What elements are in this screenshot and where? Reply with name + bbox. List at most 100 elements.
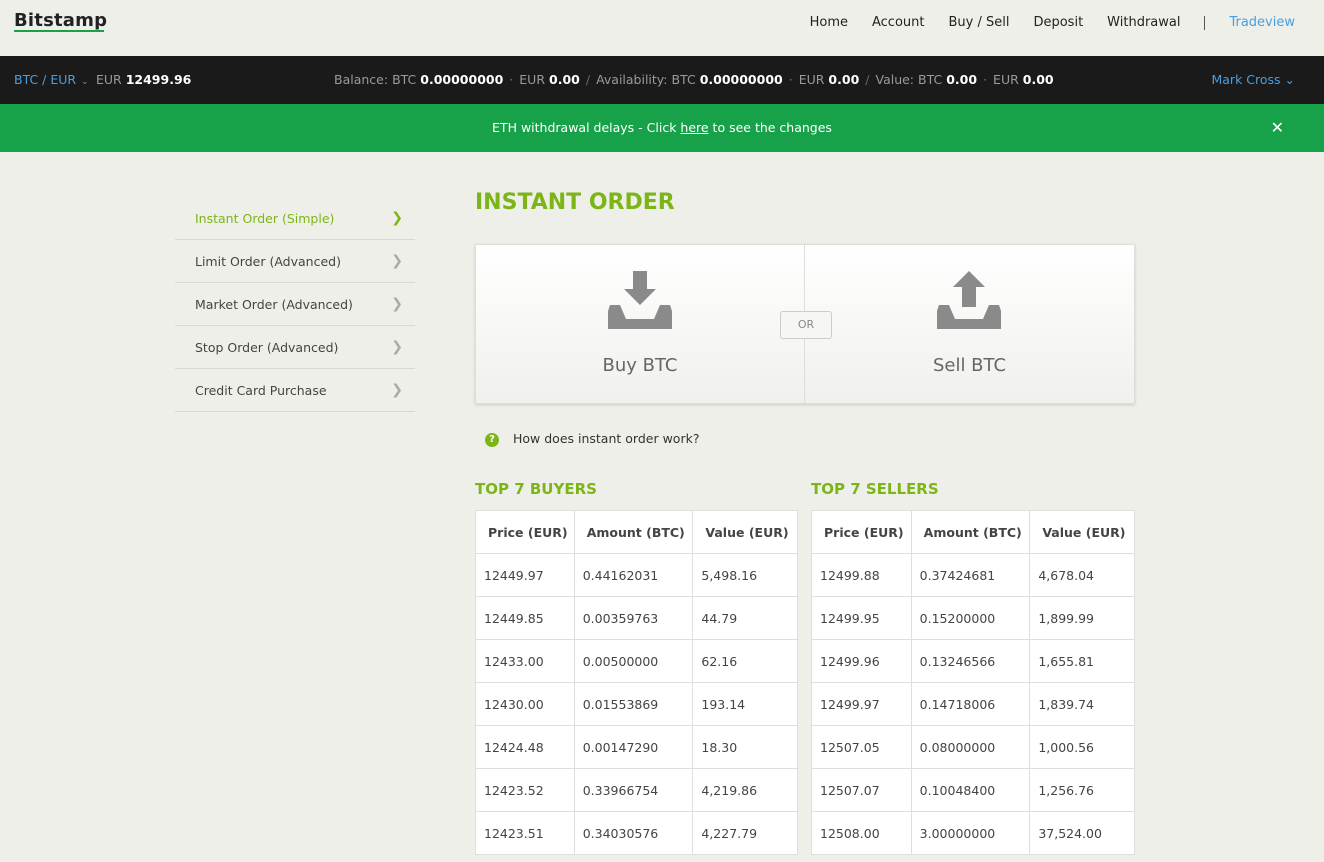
price-value: 12499.96 <box>125 72 192 87</box>
amount-cell: 0.15200000 <box>910 596 1031 640</box>
table-row: 12499.97 0.14718006 1,839.74 <box>811 682 1135 726</box>
table-row: 12423.51 0.34030576 4,227.79 <box>475 811 798 855</box>
availability-eur-currency: EUR <box>798 72 825 87</box>
upload-tray-icon <box>937 271 1001 329</box>
table-row: 12430.00 0.01553869 193.14 <box>475 682 798 726</box>
availability-label: Availability: <box>596 72 668 87</box>
table-header-row: Price (EUR) Amount (BTC) Value (EUR) <box>811 510 1135 554</box>
chevron-right-icon: ❯ <box>391 382 403 398</box>
nav-divider <box>1204 15 1206 30</box>
howto-label: How does instant order work? <box>513 431 700 446</box>
column-header: Value (EUR) <box>1029 510 1135 554</box>
balance-label: Balance: <box>334 72 389 87</box>
amount-cell: 0.00500000 <box>573 639 694 683</box>
column-header: Value (EUR) <box>692 510 798 554</box>
amount-cell: 0.01553869 <box>573 682 694 726</box>
amount-cell: 0.14718006 <box>910 682 1031 726</box>
sell-btc-button[interactable]: Sell BTC <box>805 245 1134 403</box>
table-row: 12433.00 0.00500000 62.16 <box>475 639 798 683</box>
howto-link[interactable]: ? How does instant order work? <box>485 431 699 447</box>
banner-link[interactable]: here <box>680 120 708 135</box>
table-row: 12423.52 0.33966754 4,219.86 <box>475 768 798 812</box>
value-cell: 193.14 <box>692 682 798 726</box>
or-divider: OR <box>780 311 832 339</box>
value-cell: 1,000.56 <box>1029 725 1135 769</box>
buyers-table: Price (EUR) Amount (BTC) Value (EUR) 124… <box>475 510 798 855</box>
ticker-bar: BTC / EUR ⌄ EUR 12499.96 Balance: BTC 0.… <box>0 56 1324 104</box>
value-label: Value: <box>875 72 915 87</box>
logo[interactable]: Bitstamp <box>14 10 107 31</box>
top-header: Bitstamp Home Account Buy / Sell Deposit… <box>0 0 1324 56</box>
value-cell: 62.16 <box>692 639 798 683</box>
amount-cell: 0.44162031 <box>573 553 694 597</box>
price-cell: 12499.97 <box>811 682 912 726</box>
amount-cell: 0.34030576 <box>573 811 694 855</box>
price-cell: 12499.95 <box>811 596 912 640</box>
chevron-right-icon: ❯ <box>391 253 403 269</box>
nav-withdrawal[interactable]: Withdrawal <box>1107 15 1180 30</box>
main-nav: Home Account Buy / Sell Deposit Withdraw… <box>786 15 1295 30</box>
price-currency: EUR <box>96 72 122 87</box>
value-cell: 1,839.74 <box>1029 682 1135 726</box>
availability-eur: 0.00 <box>828 72 860 87</box>
close-icon[interactable]: ✕ <box>1271 104 1284 152</box>
price-cell: 12433.00 <box>475 639 575 683</box>
balance-eur-currency: EUR <box>519 72 546 87</box>
nav-home[interactable]: Home <box>810 15 848 30</box>
amount-cell: 0.13246566 <box>910 639 1031 683</box>
buy-btc-button[interactable]: Buy BTC <box>476 245 805 403</box>
table-row: 12449.85 0.00359763 44.79 <box>475 596 798 640</box>
table-row: 12499.95 0.15200000 1,899.99 <box>811 596 1135 640</box>
column-header: Price (EUR) <box>475 510 575 554</box>
menu-item-instant-order[interactable]: Instant Order (Simple) ❯ <box>175 197 415 240</box>
column-header: Amount (BTC) <box>573 510 694 554</box>
balance-btc: 0.00000000 <box>420 72 504 87</box>
value-btc: 0.00 <box>946 72 978 87</box>
order-type-menu: Instant Order (Simple) ❯ Limit Order (Ad… <box>175 197 415 412</box>
menu-item-label: Market Order (Advanced) <box>195 297 353 312</box>
amount-cell: 0.37424681 <box>910 553 1031 597</box>
buy-label: Buy BTC <box>602 355 678 376</box>
table-header-row: Price (EUR) Amount (BTC) Value (EUR) <box>475 510 798 554</box>
nav-deposit[interactable]: Deposit <box>1033 15 1083 30</box>
amount-cell: 0.08000000 <box>910 725 1031 769</box>
nav-account[interactable]: Account <box>872 15 925 30</box>
user-name: Mark Cross <box>1211 72 1281 87</box>
table-row: 12507.05 0.08000000 1,000.56 <box>811 725 1135 769</box>
value-btc-currency: BTC <box>918 72 943 87</box>
price-cell: 12507.07 <box>811 768 912 812</box>
price-cell: 12499.88 <box>811 553 912 597</box>
value-eur-currency: EUR <box>993 72 1019 87</box>
menu-item-market-order[interactable]: Market Order (Advanced) ❯ <box>175 283 415 326</box>
chevron-down-icon: ⌄ <box>1280 72 1295 87</box>
column-header: Price (EUR) <box>811 510 912 554</box>
value-cell: 4,678.04 <box>1029 553 1135 597</box>
balance-btc-currency: BTC <box>392 72 417 87</box>
nav-buy-sell[interactable]: Buy / Sell <box>948 15 1009 30</box>
pair-selector[interactable]: BTC / EUR ⌄ <box>14 72 89 87</box>
value-cell: 1,256.76 <box>1029 768 1135 812</box>
menu-item-limit-order[interactable]: Limit Order (Advanced) ❯ <box>175 240 415 283</box>
nav-tradeview[interactable]: Tradeview <box>1229 15 1295 30</box>
menu-item-credit-card[interactable]: Credit Card Purchase ❯ <box>175 369 415 412</box>
separator-dot: · <box>788 72 793 87</box>
sellers-title: TOP 7 SELLERS <box>811 480 939 498</box>
logo-underline <box>14 30 104 32</box>
balances: Balance: BTC 0.00000000 · EUR 0.00 / Availab… <box>334 72 1054 87</box>
menu-item-stop-order[interactable]: Stop Order (Advanced) ❯ <box>175 326 415 369</box>
user-menu[interactable]: Mark Cross ⌄ <box>1211 72 1295 87</box>
price-cell: 12508.00 <box>811 811 912 855</box>
table-row: 12499.96 0.13246566 1,655.81 <box>811 639 1135 683</box>
download-tray-icon <box>608 271 672 329</box>
availability-btc: 0.00000000 <box>699 72 783 87</box>
value-cell: 37,524.00 <box>1029 811 1135 855</box>
column-header: Amount (BTC) <box>910 510 1031 554</box>
chevron-down-icon: ⌄ <box>78 77 89 87</box>
menu-item-label: Limit Order (Advanced) <box>195 254 341 269</box>
buyers-title: TOP 7 BUYERS <box>475 480 597 498</box>
balance-eur: 0.00 <box>549 72 580 87</box>
amount-cell: 3.00000000 <box>910 811 1031 855</box>
amount-cell: 0.00147290 <box>573 725 694 769</box>
value-eur: 0.00 <box>1022 72 1054 87</box>
value-cell: 1,899.99 <box>1029 596 1135 640</box>
